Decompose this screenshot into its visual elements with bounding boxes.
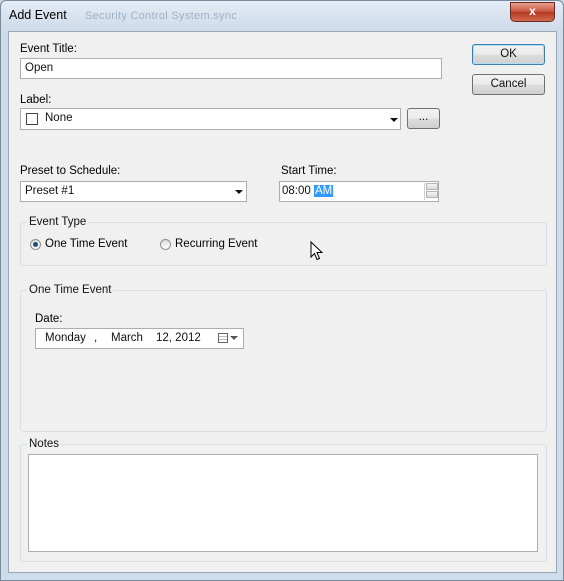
recurring-event-radio-label: Recurring Event: [175, 238, 258, 250]
calendar-icon[interactable]: [218, 333, 228, 343]
start-time-value: 08:00 AM: [282, 185, 334, 197]
spin-down-icon[interactable]: [426, 191, 438, 198]
date-label: Date:: [35, 313, 63, 325]
start-time-input[interactable]: 08:00 AM: [279, 181, 439, 202]
mouse-cursor-icon: [310, 241, 323, 261]
event-type-title: Event Type: [27, 216, 89, 228]
label-color-swatch: [26, 113, 38, 125]
chevron-down-icon: [235, 190, 243, 194]
preset-select[interactable]: Preset #1: [20, 181, 247, 202]
notes-textarea[interactable]: [28, 454, 538, 552]
event-title-label: Event Title:: [20, 43, 77, 55]
cancel-button[interactable]: Cancel: [472, 74, 545, 95]
notes-title: Notes: [27, 438, 62, 450]
label-select-value: None: [45, 112, 73, 124]
ok-button[interactable]: OK: [472, 44, 545, 65]
dialog-body: Event Title: Open OK Cancel Label: None …: [8, 31, 557, 573]
event-title-input[interactable]: Open: [20, 58, 442, 79]
title-background-text: Security Control System.sync: [85, 10, 238, 22]
date-day-year[interactable]: 12, 2012: [156, 332, 201, 344]
date-picker[interactable]: Monday , March 12, 2012: [35, 328, 244, 349]
label-browse-button[interactable]: ...: [407, 108, 440, 129]
preset-select-value: Preset #1: [25, 185, 75, 197]
label-select[interactable]: None: [20, 108, 401, 130]
preset-label: Preset to Schedule:: [20, 165, 121, 177]
add-event-dialog: Add Event Security Control System.sync x…: [0, 0, 564, 581]
label-label: Label:: [20, 94, 52, 106]
title-bar[interactable]: Add Event Security Control System.sync x: [1, 1, 563, 31]
start-time-spinner[interactable]: [424, 183, 438, 200]
one-time-event-title: One Time Event: [27, 284, 114, 296]
start-time-label: Start Time:: [281, 165, 337, 177]
start-time-ampm[interactable]: AM: [313, 185, 334, 197]
start-time-hours-minutes[interactable]: 08:00: [282, 185, 311, 197]
radio-unselected-icon: [160, 239, 171, 250]
chevron-down-icon: [390, 118, 398, 122]
radio-selected-icon: [30, 239, 41, 250]
one-time-event-group: [20, 290, 547, 432]
spin-up-icon[interactable]: [426, 183, 438, 190]
close-button[interactable]: x: [510, 2, 555, 22]
chevron-down-icon[interactable]: [230, 336, 238, 340]
date-month[interactable]: March: [111, 332, 143, 344]
date-day[interactable]: Monday: [45, 332, 86, 344]
date-separator: ,: [94, 332, 98, 344]
close-icon: x: [529, 4, 536, 18]
one-time-event-radio-label: One Time Event: [45, 238, 128, 250]
window-title: Add Event: [9, 8, 67, 22]
